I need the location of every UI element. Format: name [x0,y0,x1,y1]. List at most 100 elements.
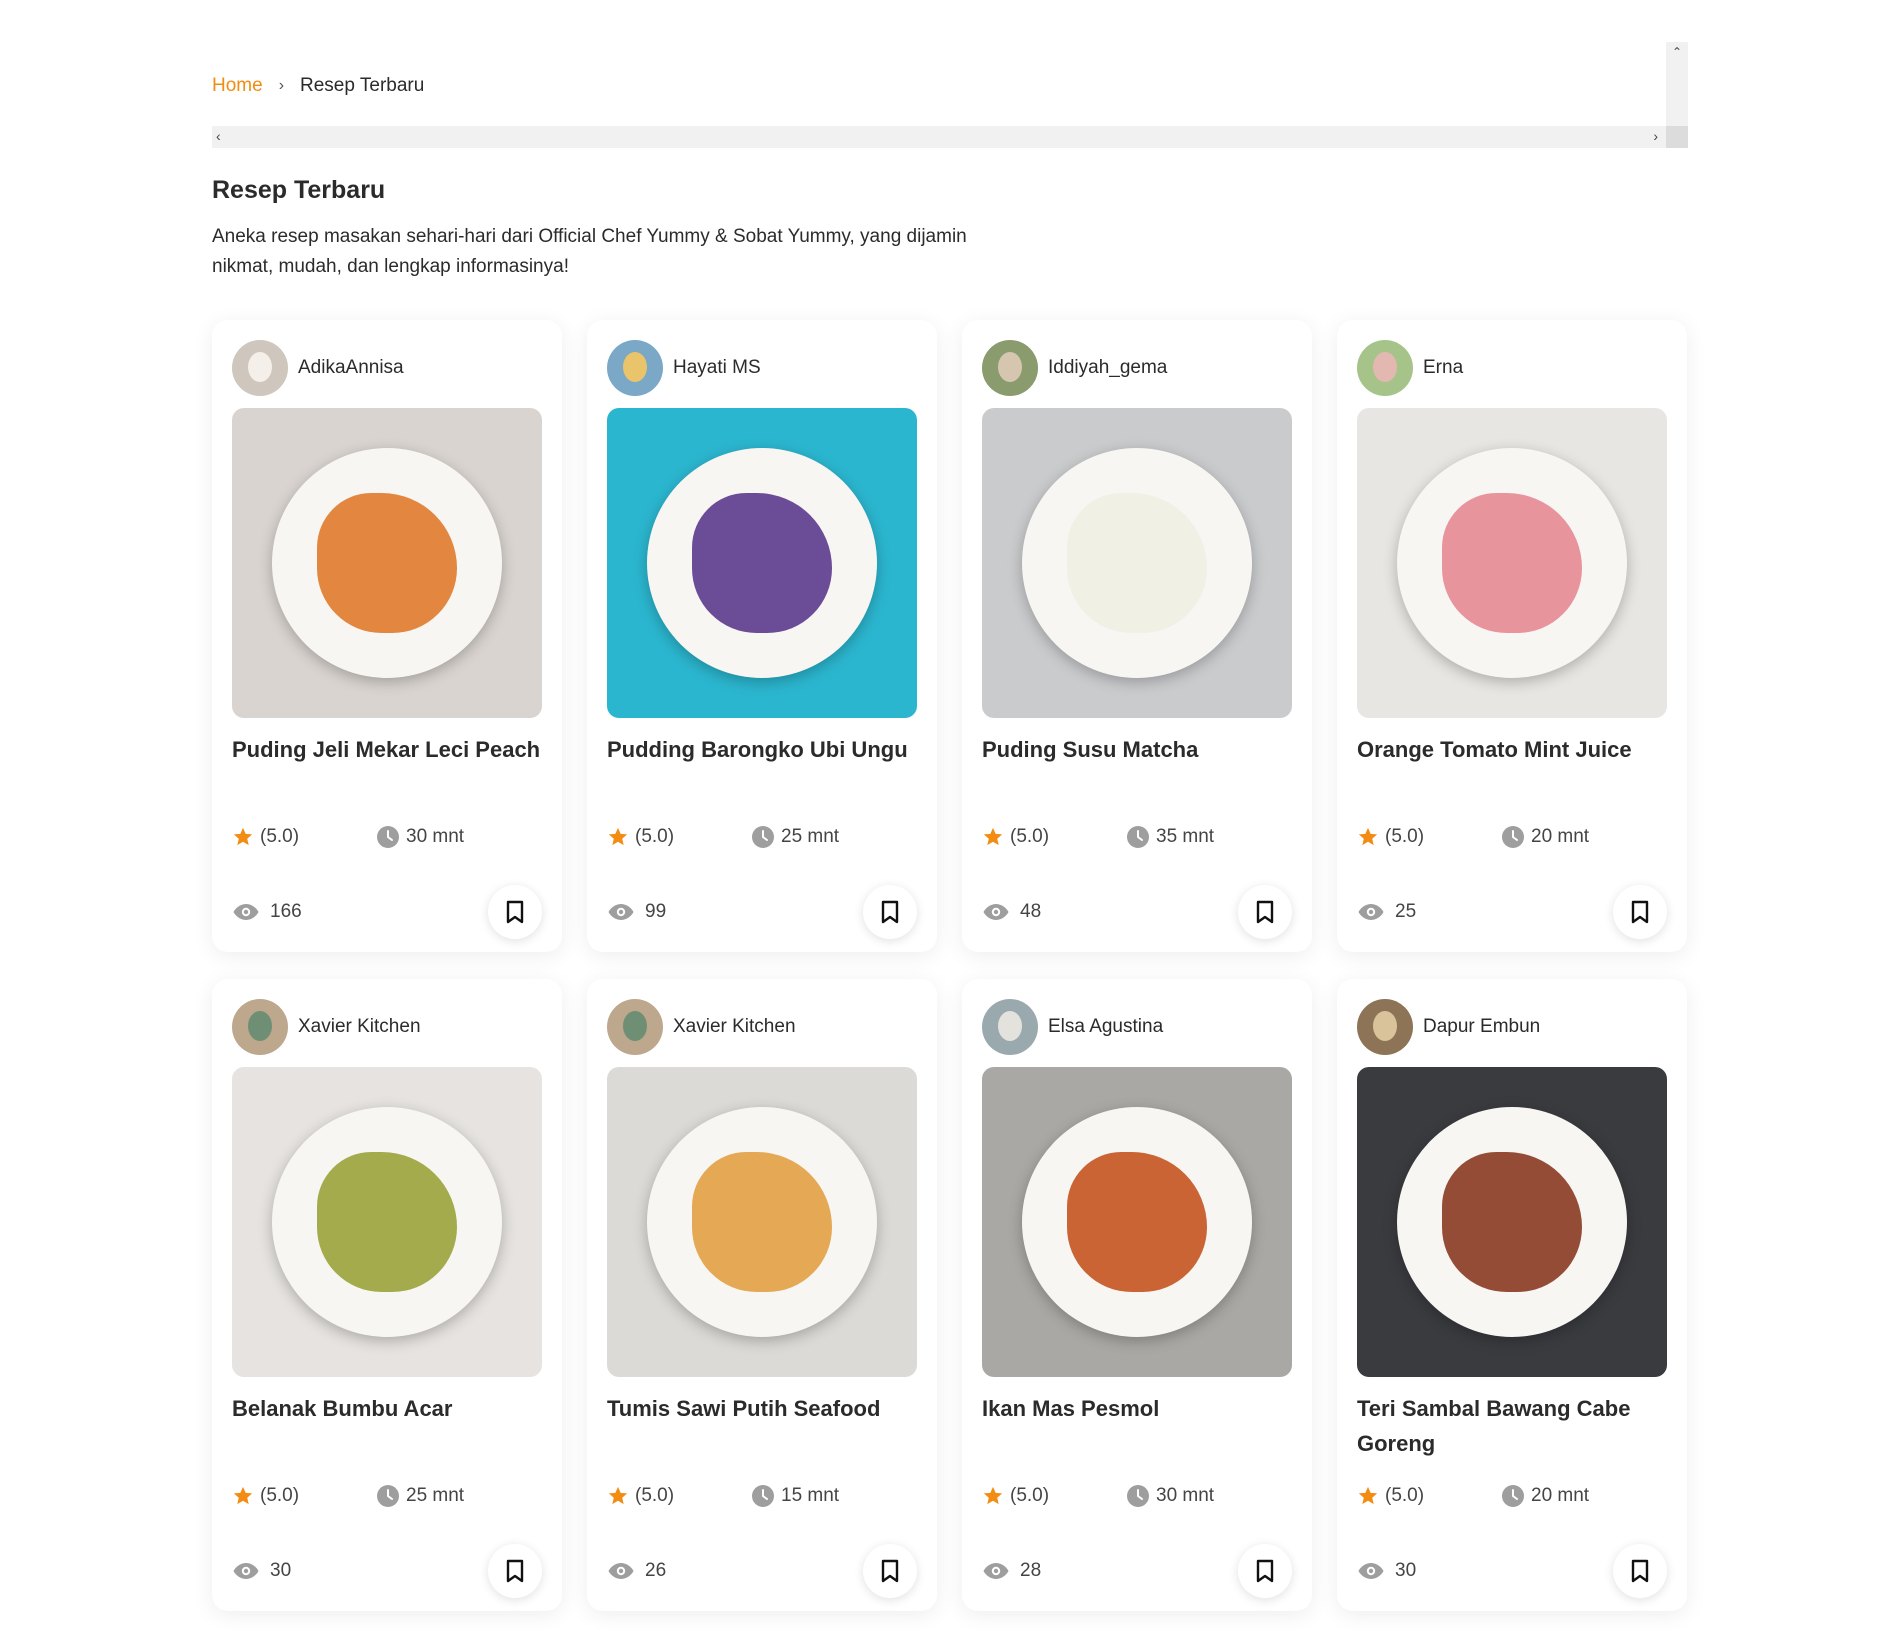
clock-icon [1502,826,1524,848]
recipe-rating: (5.0) [607,826,751,848]
scroll-left-icon[interactable]: ‹ [216,128,221,144]
recipe-card[interactable]: AdikaAnnisa Puding Jeli Mekar Leci Peach… [212,320,562,952]
recipe-title[interactable]: Puding Susu Matcha [982,732,1292,802]
recipe-photo[interactable] [232,408,542,718]
recipe-photo[interactable] [1357,408,1667,718]
eye-icon [233,1563,259,1579]
author-name[interactable]: Iddiyah_gema [1048,357,1167,379]
bookmark-icon [1256,1559,1274,1583]
bookmark-icon [1256,900,1274,924]
recipe-title[interactable]: Teri Sambal Bawang Cabe Goreng [1357,1391,1667,1461]
author-name[interactable]: Xavier Kitchen [298,1016,421,1038]
recipe-author[interactable]: Erna [1357,340,1667,396]
bookmark-button[interactable] [1238,1544,1292,1598]
recipe-title[interactable]: Belanak Bumbu Acar [232,1391,542,1461]
recipe-title[interactable]: Puding Jeli Mekar Leci Peach [232,732,542,802]
recipe-card[interactable]: Xavier Kitchen Belanak Bumbu Acar (5.0) … [212,979,562,1611]
scroll-right-icon[interactable]: › [1653,128,1658,144]
clock-icon [752,1485,774,1507]
breadcrumb-container: Home › Resep Terbaru ⌃ ⌄ ‹ › [212,42,1688,148]
recipe-rating: (5.0) [1357,826,1501,848]
avatar[interactable] [232,999,288,1055]
bookmark-icon [1631,1559,1649,1583]
recipe-title[interactable]: Tumis Sawi Putih Seafood [607,1391,917,1461]
clock-icon [1502,1485,1524,1507]
rating-value: (5.0) [1010,826,1050,847]
cook-time: 30 mnt [406,826,465,847]
horizontal-scrollbar[interactable]: ‹ › [212,126,1666,148]
avatar[interactable] [982,999,1038,1055]
recipe-time: 15 mnt [751,1484,839,1508]
recipe-author[interactable]: Iddiyah_gema [982,340,1292,396]
avatar[interactable] [607,340,663,396]
recipe-grid: AdikaAnnisa Puding Jeli Mekar Leci Peach… [212,320,1688,1611]
bookmark-button[interactable] [1613,885,1667,939]
recipe-card[interactable]: Iddiyah_gema Puding Susu Matcha (5.0) 35… [962,320,1312,952]
author-name[interactable]: Hayati MS [673,357,761,379]
recipe-title[interactable]: Pudding Barongko Ubi Ungu [607,732,917,802]
recipe-photo[interactable] [982,1067,1292,1377]
recipe-title[interactable]: Orange Tomato Mint Juice [1357,732,1667,802]
recipe-author[interactable]: Hayati MS [607,340,917,396]
avatar-face-shape [1373,352,1397,382]
eye-icon [1358,1563,1384,1579]
avatar-face-shape [248,1011,272,1041]
breadcrumb-home-link[interactable]: Home [212,75,263,97]
recipe-time: 30 mnt [376,825,464,849]
recipe-rating: (5.0) [982,1485,1126,1507]
bookmark-button[interactable] [863,885,917,939]
avatar[interactable] [1357,340,1413,396]
recipe-views: 30 [1357,1560,1416,1582]
recipe-time: 25 mnt [376,1484,464,1508]
recipe-title[interactable]: Ikan Mas Pesmol [982,1391,1292,1461]
recipe-card[interactable]: Erna Orange Tomato Mint Juice (5.0) 20 m… [1337,320,1687,952]
scroll-up-icon[interactable]: ⌃ [1666,45,1688,59]
recipe-meta: (5.0) 15 mnt [607,1484,839,1508]
star-icon [233,1486,253,1505]
rating-value: (5.0) [1385,826,1425,847]
avatar[interactable] [232,340,288,396]
recipe-card[interactable]: Elsa Agustina Ikan Mas Pesmol (5.0) 30 m… [962,979,1312,1611]
eye-icon [983,904,1009,920]
recipe-photo[interactable] [607,408,917,718]
bookmark-icon [1631,900,1649,924]
avatar-face-shape [998,352,1022,382]
author-name[interactable]: Xavier Kitchen [673,1016,796,1038]
bookmark-button[interactable] [1238,885,1292,939]
recipe-author[interactable]: Xavier Kitchen [607,999,917,1055]
recipe-photo[interactable] [232,1067,542,1377]
scrollbar-corner [1666,126,1688,148]
recipe-author[interactable]: Xavier Kitchen [232,999,542,1055]
bookmark-button[interactable] [488,885,542,939]
recipe-card[interactable]: Xavier Kitchen Tumis Sawi Putih Seafood … [587,979,937,1611]
bookmark-button[interactable] [1613,1544,1667,1598]
recipe-card[interactable]: Dapur Embun Teri Sambal Bawang Cabe Gore… [1337,979,1687,1611]
author-name[interactable]: Erna [1423,357,1463,379]
bookmark-button[interactable] [863,1544,917,1598]
recipe-footer: 166 [232,885,542,939]
view-count: 48 [1020,901,1042,922]
avatar[interactable] [607,999,663,1055]
recipe-photo[interactable] [1357,1067,1667,1377]
recipe-author[interactable]: Dapur Embun [1357,999,1667,1055]
recipe-author[interactable]: AdikaAnnisa [232,340,542,396]
recipe-meta: (5.0) 20 mnt [1357,1484,1589,1508]
bookmark-button[interactable] [488,1544,542,1598]
author-name[interactable]: AdikaAnnisa [298,357,404,379]
author-name[interactable]: Dapur Embun [1423,1016,1540,1038]
bookmark-icon [506,900,524,924]
avatar[interactable] [982,340,1038,396]
recipe-photo[interactable] [982,408,1292,718]
star-icon [233,827,253,846]
recipe-time: 20 mnt [1501,1484,1589,1508]
recipe-footer: 26 [607,1544,917,1598]
avatar[interactable] [1357,999,1413,1055]
recipe-views: 30 [232,1560,291,1582]
author-name[interactable]: Elsa Agustina [1048,1016,1163,1038]
view-count: 166 [270,901,302,922]
recipe-author[interactable]: Elsa Agustina [982,999,1292,1055]
bookmark-icon [506,1559,524,1583]
recipe-card[interactable]: Hayati MS Pudding Barongko Ubi Ungu (5.0… [587,320,937,952]
recipe-photo[interactable] [607,1067,917,1377]
recipe-time: 20 mnt [1501,825,1589,849]
